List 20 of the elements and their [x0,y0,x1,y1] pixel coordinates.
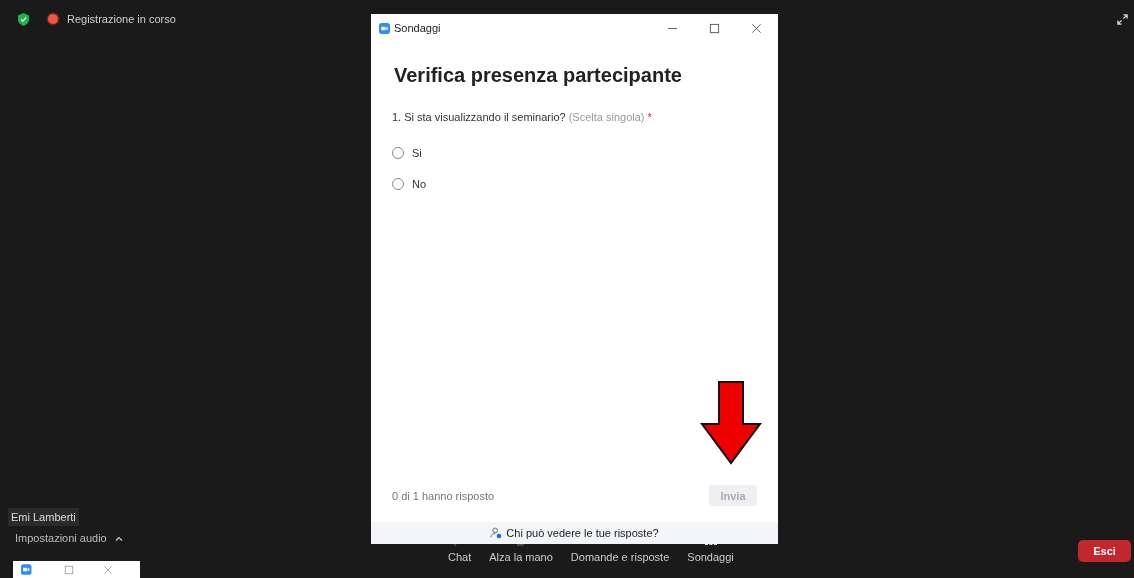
option-label[interactable]: No [412,177,427,190]
question-text: 1. Si sta visualizzando il seminario? (Scelta singola) * [392,111,653,123]
caret-icon[interactable] [114,535,123,541]
poll-heading: Verifica presenza partecipante [394,64,683,87]
submit-button: Invia [709,485,757,506]
close-icon[interactable] [751,22,762,34]
leave-button[interactable]: Esci [1078,540,1131,562]
video-camera-icon [379,22,390,34]
person-icon [490,527,503,539]
shield-icon [18,12,29,26]
option-label[interactable]: Si [412,146,422,159]
fullscreen-icon[interactable] [1117,13,1128,25]
response-count: 0 di 1 hanno risposto [392,489,495,502]
maximize-icon[interactable] [709,22,720,34]
audio-settings-label[interactable]: Impostazioni audio [15,532,107,544]
recording-dot-icon [48,14,58,24]
participant-name: Emi Lamberti [8,508,79,526]
video-camera-icon [21,564,35,575]
window-title: Sondaggi [394,22,441,34]
recording-label: Registrazione in corso [67,13,176,25]
